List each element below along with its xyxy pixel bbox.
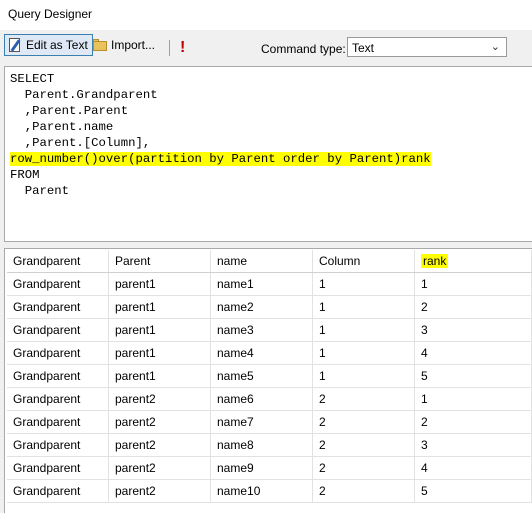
table-cell[interactable]: name5: [210, 364, 313, 388]
table-cell[interactable]: Grandparent: [7, 341, 109, 365]
table-cell[interactable]: name7: [210, 410, 313, 434]
table-cell[interactable]: 1: [414, 272, 532, 296]
table-cell[interactable]: name9: [210, 456, 313, 480]
table-row[interactable]: Grandparent parent1 name3 1 3: [7, 318, 532, 342]
edit-as-text-label: Edit as Text: [26, 38, 88, 52]
table-cell[interactable]: 1: [312, 272, 415, 296]
table-cell[interactable]: name4: [210, 341, 313, 365]
table-cell[interactable]: Grandparent: [7, 295, 109, 319]
edit-as-text-button[interactable]: Edit as Text: [4, 34, 93, 56]
window-title: Query Designer: [8, 7, 93, 21]
table-cell[interactable]: 1: [414, 387, 532, 411]
table-cell[interactable]: 3: [414, 433, 532, 457]
table-cell[interactable]: 2: [312, 479, 415, 503]
table-cell[interactable]: Grandparent: [7, 456, 109, 480]
header-row: Grandparent Parent name Column rank: [7, 250, 532, 273]
table-cell[interactable]: parent1: [108, 318, 211, 342]
table-cell[interactable]: parent2: [108, 410, 211, 434]
table-cell[interactable]: 4: [414, 456, 532, 480]
table-cell[interactable]: name6: [210, 387, 313, 411]
table-cell[interactable]: name2: [210, 295, 313, 319]
column-header-rank[interactable]: rank: [414, 250, 532, 273]
query-line: SELECT: [10, 72, 55, 86]
table-row[interactable]: Grandparent parent2 name7 2 2: [7, 410, 532, 434]
table-cell[interactable]: name3: [210, 318, 313, 342]
column-header-name[interactable]: name: [210, 250, 313, 273]
query-line-highlighted: row_number()over(partition by Parent ord…: [10, 152, 431, 166]
table-cell[interactable]: Grandparent: [7, 387, 109, 411]
table-cell[interactable]: 4: [414, 341, 532, 365]
table-cell[interactable]: parent1: [108, 295, 211, 319]
query-line: ,Parent.Parent: [10, 104, 129, 118]
table-cell[interactable]: 5: [414, 479, 532, 503]
table-cell[interactable]: 2: [312, 410, 415, 434]
table-row[interactable]: Grandparent parent1 name5 1 5: [7, 364, 532, 388]
table-cell[interactable]: Grandparent: [7, 479, 109, 503]
table-row[interactable]: Grandparent parent1 name4 1 4: [7, 341, 532, 365]
table-cell[interactable]: parent1: [108, 341, 211, 365]
table-cell[interactable]: parent2: [108, 479, 211, 503]
table-row[interactable]: Grandparent parent1 name2 1 2: [7, 295, 532, 319]
table-row[interactable]: Grandparent parent2 name6 2 1: [7, 387, 532, 411]
table-cell[interactable]: 2: [312, 433, 415, 457]
table-cell[interactable]: parent2: [108, 387, 211, 411]
table-cell[interactable]: 2: [312, 456, 415, 480]
table-cell[interactable]: 5: [414, 364, 532, 388]
table-cell[interactable]: 3: [414, 318, 532, 342]
table-cell[interactable]: Grandparent: [7, 410, 109, 434]
results-table: Grandparent Parent name Column rank Gran…: [7, 250, 532, 503]
chevron-down-icon: ⌄: [490, 41, 500, 53]
import-button[interactable]: Import...: [90, 34, 159, 56]
folder-icon: [92, 37, 108, 53]
query-editor[interactable]: SELECT Parent.Grandparent ,Parent.Parent…: [4, 66, 532, 242]
table-cell[interactable]: parent2: [108, 456, 211, 480]
table-row[interactable]: Grandparent parent2 name10 2 5: [7, 479, 532, 503]
import-label: Import...: [111, 38, 156, 52]
table-cell[interactable]: 1: [312, 295, 415, 319]
table-row[interactable]: Grandparent parent2 name8 2 3: [7, 433, 532, 457]
table-cell[interactable]: Grandparent: [7, 364, 109, 388]
table-cell[interactable]: 2: [312, 387, 415, 411]
table-cell[interactable]: Grandparent: [7, 272, 109, 296]
column-header-column[interactable]: Column: [312, 250, 415, 273]
command-type-value: Text: [352, 41, 375, 55]
toolbar-separator: [169, 40, 170, 56]
results-grid[interactable]: Grandparent Parent name Column rank Gran…: [4, 248, 532, 513]
query-line: FROM: [10, 168, 40, 182]
table-cell[interactable]: 1: [312, 341, 415, 365]
table-cell[interactable]: 1: [312, 318, 415, 342]
column-header-grandparent[interactable]: Grandparent: [7, 250, 109, 273]
table-cell[interactable]: parent2: [108, 433, 211, 457]
title-bar: Query Designer: [0, 0, 532, 30]
table-row[interactable]: Grandparent parent2 name9 2 4: [7, 456, 532, 480]
table-cell[interactable]: parent1: [108, 364, 211, 388]
table-cell[interactable]: 2: [414, 295, 532, 319]
query-line: ,Parent.[Column],: [10, 136, 151, 150]
table-row[interactable]: Grandparent parent1 name1 1 1: [7, 272, 532, 296]
toolbar: Edit as Text Import... ! Command type: T…: [0, 30, 532, 64]
command-type-label: Command type:: [261, 42, 346, 56]
table-cell[interactable]: 2: [414, 410, 532, 434]
table-cell[interactable]: 1: [312, 364, 415, 388]
query-line: Parent: [10, 184, 70, 198]
table-cell[interactable]: Grandparent: [7, 318, 109, 342]
query-line: ,Parent.name: [10, 120, 114, 134]
table-cell[interactable]: Grandparent: [7, 433, 109, 457]
edit-text-icon: [7, 37, 23, 53]
table-cell[interactable]: name8: [210, 433, 313, 457]
column-header-parent[interactable]: Parent: [108, 250, 211, 273]
table-cell[interactable]: name1: [210, 272, 313, 296]
query-text[interactable]: SELECT Parent.Grandparent ,Parent.Parent…: [10, 71, 431, 199]
query-line: Parent.Grandparent: [10, 88, 158, 102]
command-type-select[interactable]: Text ⌄: [347, 37, 507, 57]
table-cell[interactable]: name10: [210, 479, 313, 503]
run-query-icon[interactable]: !: [180, 39, 186, 57]
table-cell[interactable]: parent1: [108, 272, 211, 296]
